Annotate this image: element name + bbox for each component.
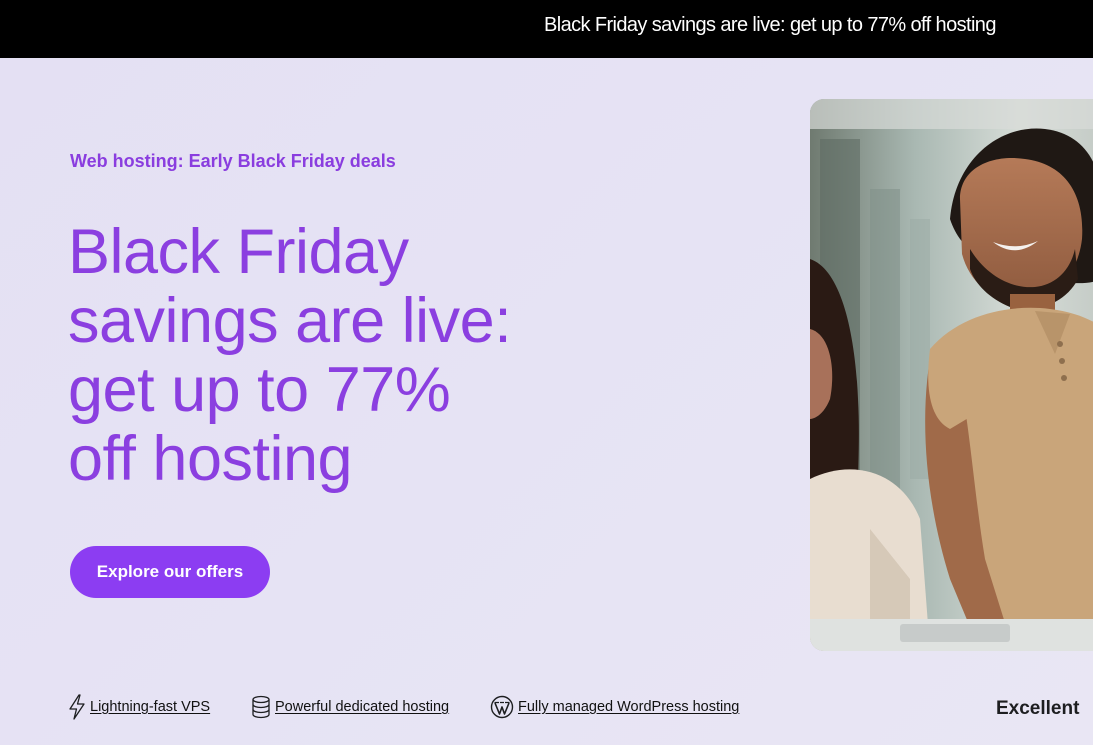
hero-photo bbox=[810, 99, 1093, 651]
hero-eyebrow: Web hosting: Early Black Friday deals bbox=[70, 151, 396, 171]
page: Black Friday savings are live: get up to… bbox=[0, 0, 1093, 745]
hero-photo-illustration bbox=[810, 99, 1093, 651]
promo-banner-text[interactable]: Black Friday savings are live: get up to… bbox=[544, 14, 996, 37]
feature-dedicated-link[interactable]: Powerful dedicated hosting bbox=[275, 699, 449, 715]
hero-headline-line: get up to 77% bbox=[68, 355, 451, 425]
hero-headline-line: Black Friday bbox=[68, 217, 409, 287]
trust-rating-label[interactable]: Excellent bbox=[996, 698, 1079, 720]
feature-dedicated: Powerful dedicated hosting bbox=[251, 694, 449, 720]
hero-headline-line: savings are live: bbox=[68, 286, 512, 356]
feature-vps-link[interactable]: Lightning-fast VPS bbox=[90, 699, 210, 715]
database-icon bbox=[252, 695, 270, 719]
explore-offers-button[interactable]: Explore our offers bbox=[70, 546, 270, 598]
wordpress-icon bbox=[490, 695, 514, 719]
feature-vps: Lightning-fast VPS bbox=[68, 694, 210, 720]
hero-headline: Black Friday savings are live: get up to… bbox=[68, 218, 588, 494]
lightning-icon bbox=[69, 694, 85, 720]
feature-wordpress: Fully managed WordPress hosting bbox=[490, 694, 739, 720]
promo-banner[interactable]: Black Friday savings are live: get up to… bbox=[0, 0, 1093, 58]
feature-wordpress-link[interactable]: Fully managed WordPress hosting bbox=[518, 699, 739, 715]
hero-headline-line: off hosting bbox=[68, 424, 353, 494]
